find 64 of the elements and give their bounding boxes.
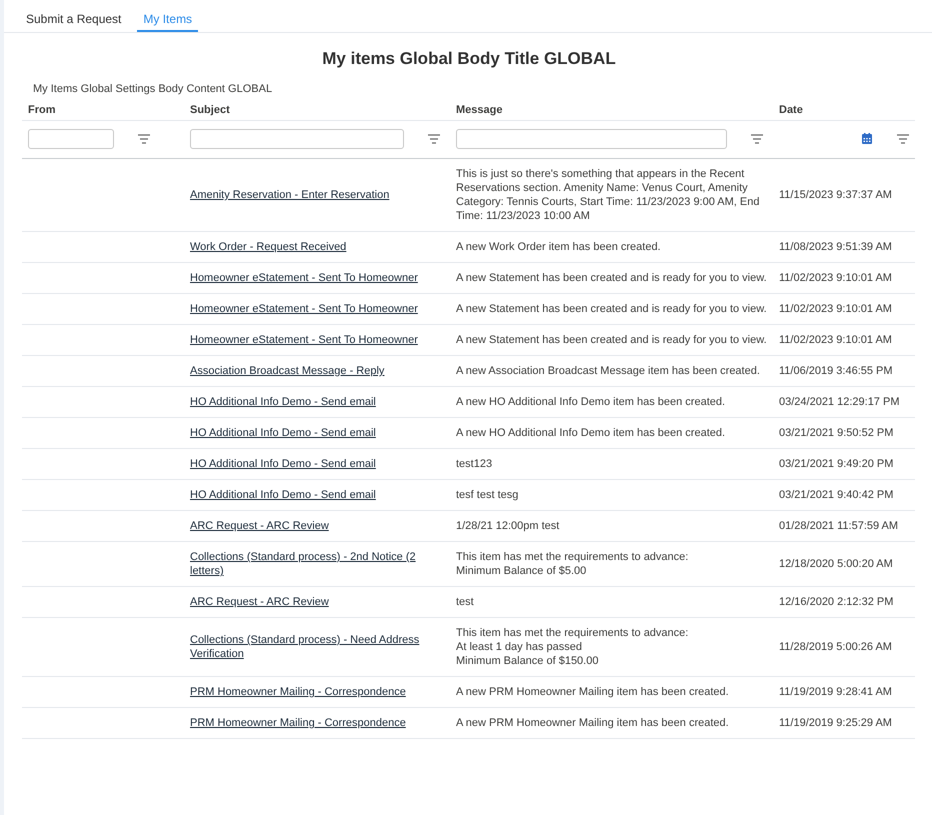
subject-link[interactable]: Homeowner eStatement - Sent To Homeowner <box>190 333 418 347</box>
filter-icon[interactable] <box>897 134 909 144</box>
message-text: A new PRM Homeowner Mailing item has been created. <box>456 685 730 699</box>
date-text: 01/28/2021 11:57:59 AM <box>779 520 898 532</box>
subject-link[interactable]: PRM Homeowner Mailing - Correspondence <box>190 716 406 730</box>
subject-link[interactable]: Collections (Standard process) - Need Address Verification <box>190 633 444 661</box>
subject-link[interactable]: HO Additional Info Demo - Send email <box>190 395 376 409</box>
subject-link[interactable]: HO Additional Info Demo - Send email <box>190 426 376 440</box>
column-header: From <box>28 104 56 116</box>
subject-link[interactable]: Homeowner eStatement - Sent To Homeowner <box>190 302 418 316</box>
message-text: test123 <box>456 457 494 471</box>
date-text: 12/18/2020 5:00:20 AM <box>779 558 893 570</box>
date-text: 11/15/2023 9:37:37 AM <box>779 189 892 201</box>
subject-link[interactable]: Work Order - Request Received <box>190 240 346 254</box>
date-text: 11/28/2019 5:00:26 AM <box>779 641 892 653</box>
filter-icon[interactable] <box>138 134 150 144</box>
message-text: This item has met the requirements to advance: Minimum Balance of $5.00 <box>456 550 690 578</box>
filter-field[interactable] <box>456 129 727 149</box>
date-text: 03/24/2021 12:29:17 PM <box>779 396 900 408</box>
date-text: 11/02/2023 9:10:01 AM <box>779 272 892 284</box>
page-title: My items Global Body Title GLOBAL <box>321 49 617 69</box>
date-text: 11/06/2019 3:46:55 PM <box>779 365 893 377</box>
filter-icon[interactable] <box>751 134 763 144</box>
date-text: 03/21/2021 9:49:20 PM <box>779 458 894 470</box>
subject-link[interactable]: Amenity Reservation - Enter Reservation <box>190 188 390 202</box>
body-content: My Items Global Settings Body Content GLOBAL <box>32 83 274 95</box>
tab[interactable]: Submit a Request <box>20 8 128 32</box>
column-header: Message <box>456 104 502 116</box>
message-text: This item has met the requirements to advance: At least 1 day has passed Minimum Balance of $150.00 <box>456 626 690 668</box>
subject-link[interactable]: Collections (Standard process) - 2nd Notice (2 letters) <box>190 550 444 578</box>
message-text: A new HO Additional Info Demo item has been created. <box>456 426 726 440</box>
subject-link[interactable]: ARC Request - ARC Review <box>190 595 329 609</box>
message-text: tesf test tesg <box>456 488 520 502</box>
subject-link[interactable]: HO Additional Info Demo - Send email <box>190 457 376 471</box>
date-text: 03/21/2021 9:50:52 PM <box>779 427 894 439</box>
message-text: A new Statement has been created and is ready for you to view. <box>456 271 767 285</box>
calendar-icon[interactable] <box>861 133 873 145</box>
message-text: A new Work Order item has been created. <box>456 240 662 254</box>
column-header: Date <box>779 104 803 116</box>
date-text: 03/21/2021 9:40:42 PM <box>779 489 894 501</box>
date-text: 11/02/2023 9:10:01 AM <box>779 303 892 315</box>
subject-link[interactable]: Association Broadcast Message - Reply <box>190 364 384 378</box>
subject-link[interactable]: HO Additional Info Demo - Send email <box>190 488 376 502</box>
subject-link[interactable]: PRM Homeowner Mailing - Correspondence <box>190 685 406 699</box>
date-text: 12/16/2020 2:12:32 PM <box>779 596 894 608</box>
subject-link[interactable]: ARC Request - ARC Review <box>190 519 329 533</box>
filter-icon[interactable] <box>428 134 440 144</box>
message-text: A new HO Additional Info Demo item has been created. <box>456 395 726 409</box>
date-text: 11/02/2023 9:10:01 AM <box>779 334 892 346</box>
filter-field[interactable] <box>28 129 114 149</box>
tab[interactable]: My Items <box>137 8 198 32</box>
date-text: 11/19/2019 9:28:41 AM <box>779 686 892 698</box>
message-text: This is just so there's something that appears in the Recent Reservations section. Amenity Name: Venus Court, Amenity Category: Tennis Courts, Start Time: 11/23/2023 9:00 AM, End Time: 11/23/2023 10:00 AM <box>456 167 760 223</box>
message-text: test <box>456 595 475 609</box>
message-text: A new PRM Homeowner Mailing item has been created. <box>456 716 730 730</box>
subject-link[interactable]: Homeowner eStatement - Sent To Homeowner <box>190 271 418 285</box>
filter-field[interactable] <box>190 129 404 149</box>
message-text: A new Association Broadcast Message item has been created. <box>456 364 761 378</box>
message-text: A new Statement has been created and is ready for you to view. <box>456 302 767 316</box>
message-text: A new Statement has been created and is ready for you to view. <box>456 333 767 347</box>
message-text: 1/28/21 12:00pm test <box>456 519 560 533</box>
date-text: 11/08/2023 9:51:39 AM <box>779 241 892 253</box>
date-text: 11/19/2019 9:25:29 AM <box>779 717 892 729</box>
column-header: Subject <box>190 104 230 116</box>
